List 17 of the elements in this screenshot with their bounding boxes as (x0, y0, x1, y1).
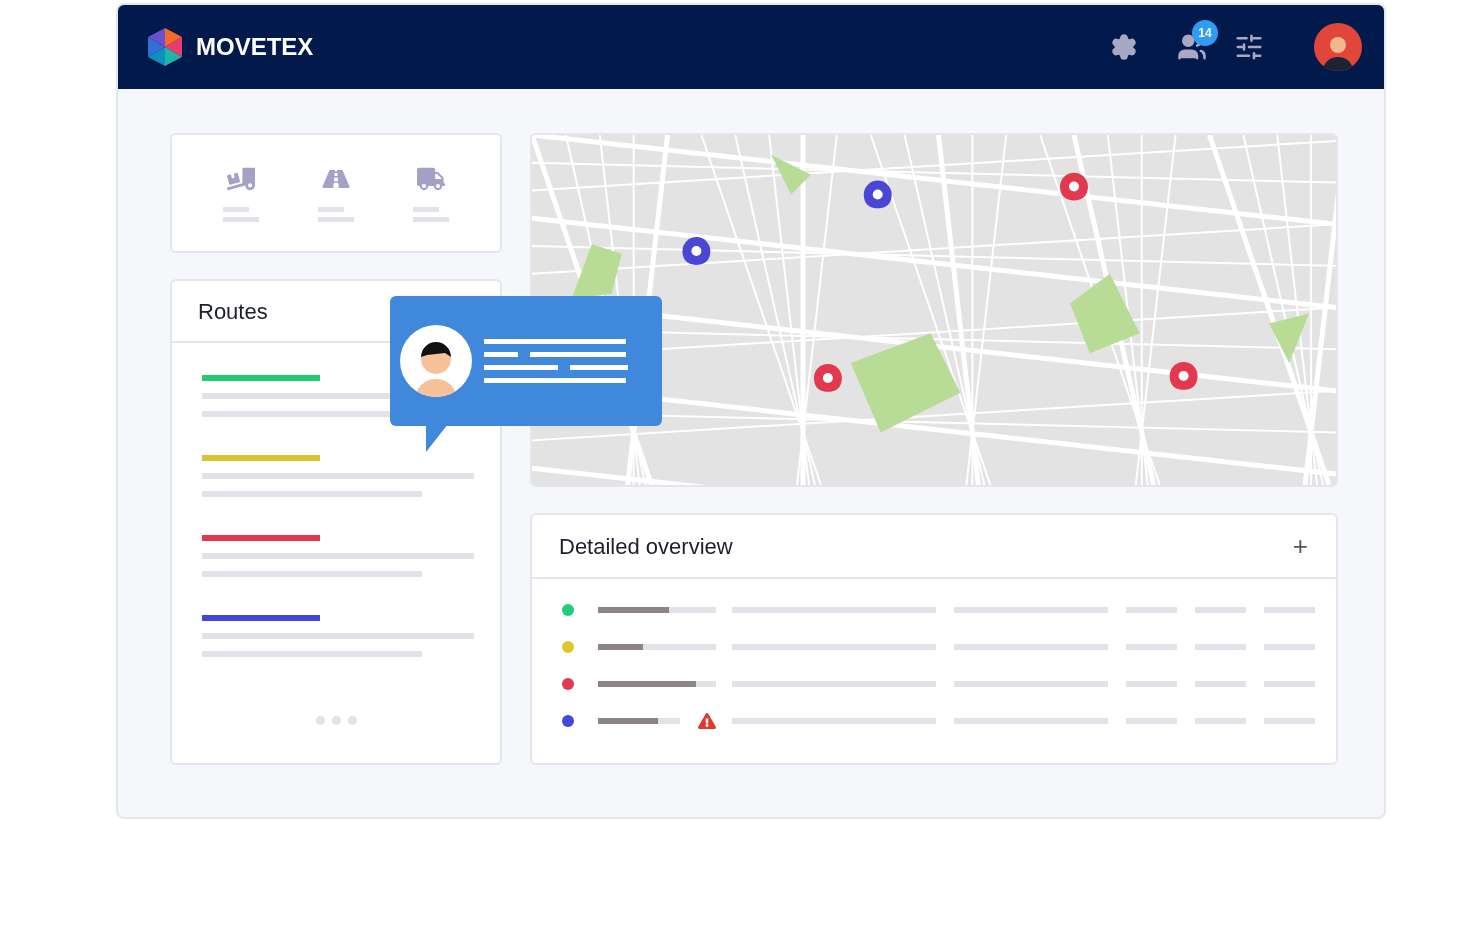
placeholder-lines (318, 207, 354, 222)
placeholder-lines (412, 207, 449, 222)
expand-button[interactable]: + (1292, 533, 1308, 559)
sliders-icon[interactable] (1234, 32, 1264, 62)
user-avatar[interactable] (1314, 23, 1362, 71)
settings-icon[interactable] (1110, 33, 1138, 61)
loading-truck-icon (227, 167, 256, 191)
truck-icon (416, 167, 445, 191)
pagination-dots[interactable] (315, 716, 357, 725)
overview-title: Detailed overview (559, 532, 733, 561)
brand-name: MOVETEX (196, 32, 314, 62)
warning-icon (698, 713, 716, 729)
routes-title: Routes (198, 297, 268, 326)
notification-badge: 14 (1192, 20, 1218, 46)
road-icon (322, 167, 350, 191)
placeholder-lines (223, 207, 260, 222)
hexagon-logo-icon (146, 27, 184, 67)
